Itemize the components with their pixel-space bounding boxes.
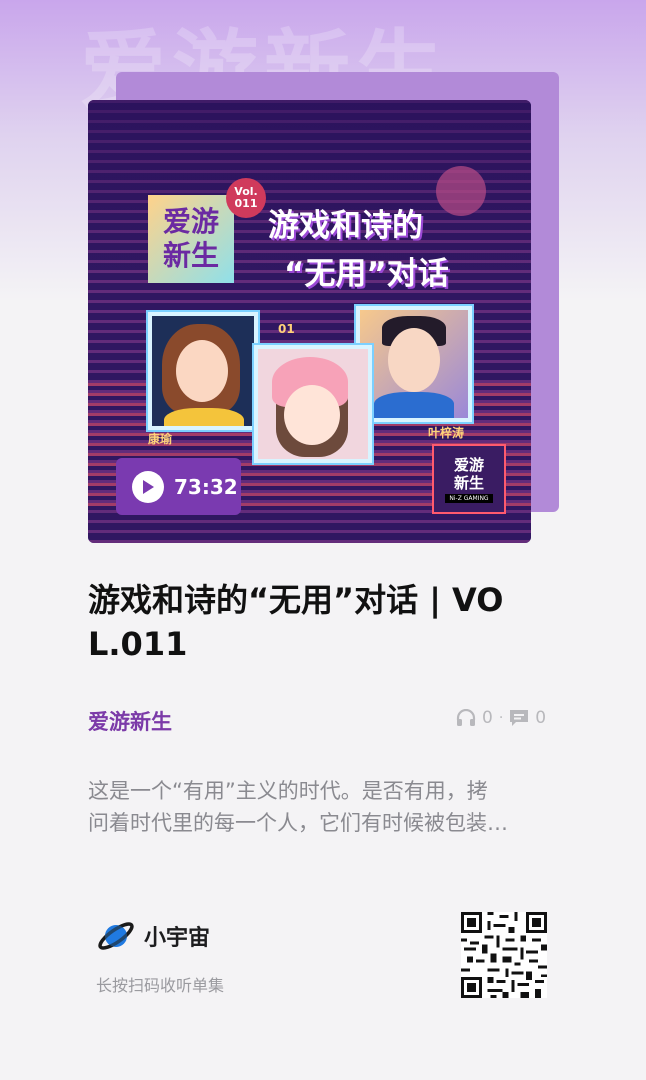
cover-title: 游戏和诗的 “无用”对话 (268, 202, 508, 298)
brand-name: 小宇宙 (144, 926, 211, 951)
cover-title-line2: “无用”对话 (284, 256, 449, 292)
brand-logo: 小宇宙 (96, 916, 210, 956)
podcast-name-link[interactable]: 爱游新生 (88, 706, 172, 736)
cover-badge-line1: 爱游 (162, 205, 219, 238)
planet-logo-icon (98, 922, 134, 950)
episode-duration: 73:32 (174, 474, 238, 499)
guest-name-center: 01 (278, 322, 295, 336)
play-button[interactable]: 73:32 (116, 458, 241, 515)
episode-cover[interactable]: 爱游 新生 Vol. 011 游戏和诗的 “无用”对话 康瑜 01 叶梓涛 爱游… (88, 100, 531, 543)
portrait-face (388, 328, 440, 392)
mini-logo-line2: 新生 (453, 473, 484, 492)
episode-stats: 0 · 0 (456, 708, 546, 728)
cover-title-line1: 游戏和诗的 (268, 208, 423, 244)
portrait-body (164, 408, 244, 426)
portrait-face (284, 385, 340, 445)
headphones-icon (456, 709, 476, 726)
comment-count: 0 (535, 708, 547, 728)
portrait-face (176, 340, 228, 402)
cover-volume-badge: Vol. 011 (226, 178, 266, 218)
mini-logo-line1: 爱游 (453, 455, 484, 474)
comment-icon (510, 710, 529, 726)
play-icon[interactable] (132, 470, 164, 503)
portrait-body (374, 392, 454, 418)
guest-name-left: 康瑜 (148, 432, 173, 446)
listen-count: 0 (482, 708, 493, 728)
stats-separator: · (498, 710, 504, 726)
cover-mini-logo: 爱游 新生 Ni-Z GAMING (432, 444, 506, 514)
vol-number: 011 (234, 197, 258, 210)
episode-title: 游戏和诗的“无用”对话 | VOL.011 (88, 581, 504, 663)
guest-name-right: 叶梓涛 (428, 426, 465, 440)
scan-hint: 长按扫码收听单集 (96, 976, 225, 995)
cover-badge-line2: 新生 (162, 239, 219, 272)
guest-portrait-left (148, 312, 258, 430)
episode-description: 这是一个“有用”主义的时代。是否有用，拷 问着时代里的每一个人，它们有时候被包装… (88, 775, 548, 839)
description-line-2: 问着时代里的每一个人，它们有时候被包装… (88, 811, 508, 835)
cover-podcast-badge: 爱游 新生 (148, 195, 234, 283)
mini-logo-tag: Ni-Z GAMING (445, 493, 493, 503)
description-line-1: 这是一个“有用”主义的时代。是否有用，拷 (88, 779, 488, 803)
guest-portrait-right (356, 306, 472, 422)
guest-portrait-center (254, 345, 372, 463)
qr-code[interactable] (461, 912, 547, 998)
